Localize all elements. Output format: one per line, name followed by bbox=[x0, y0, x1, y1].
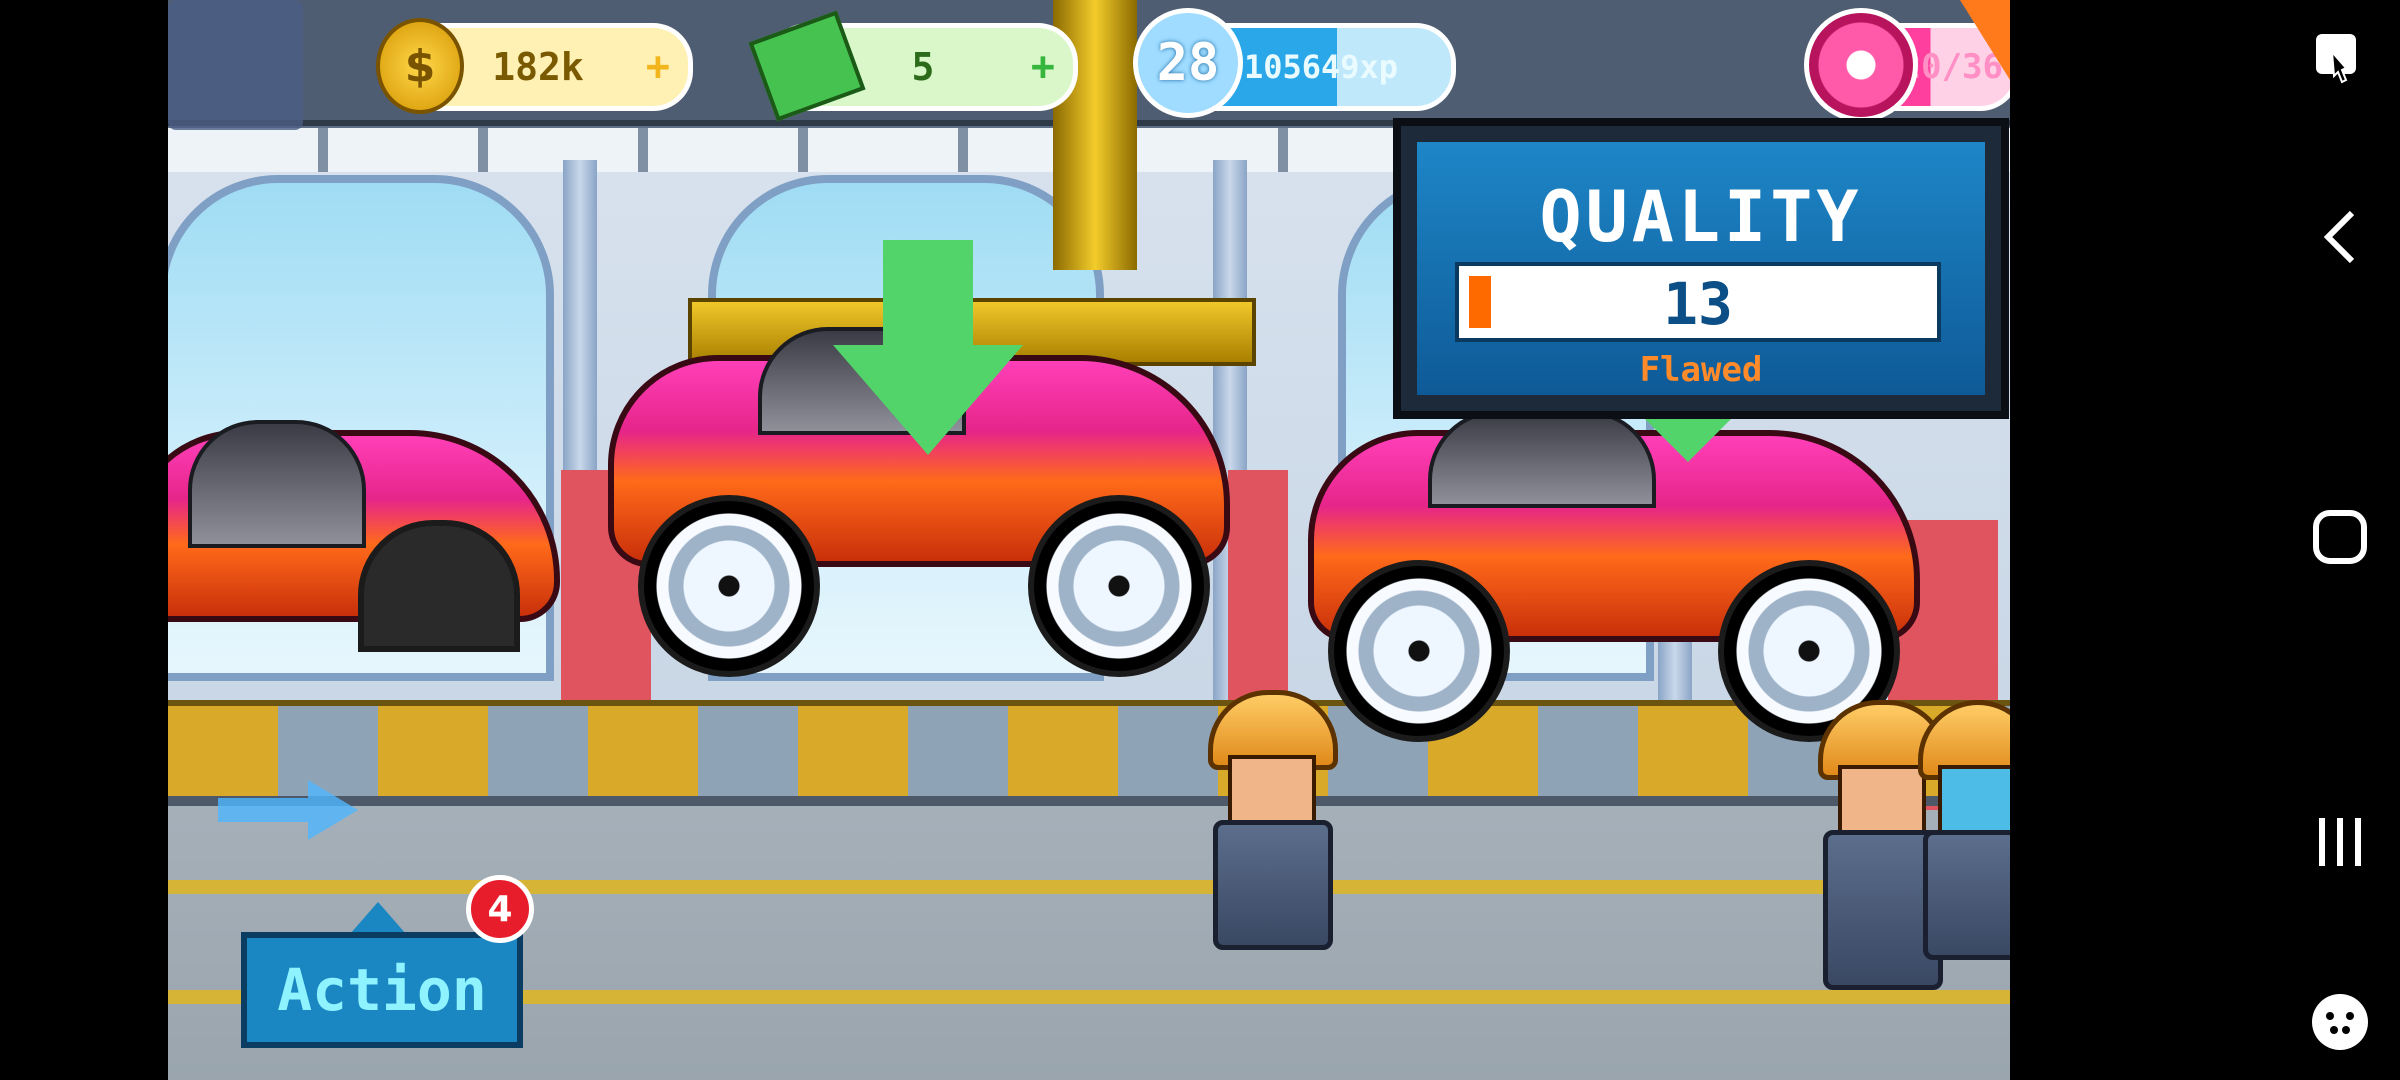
add-coins-button[interactable]: + bbox=[646, 44, 670, 90]
red-wall-panel bbox=[1228, 470, 1288, 710]
screenshot-edit-icon[interactable] bbox=[2308, 26, 2372, 90]
action-pointer bbox=[350, 902, 406, 934]
conveyor-arrow-icon bbox=[218, 780, 358, 840]
back-chevron-icon[interactable] bbox=[2308, 205, 2372, 269]
add-cash-button[interactable]: + bbox=[1031, 44, 1055, 90]
xp-value: 105649xp bbox=[1243, 48, 1399, 86]
level-badge-icon: 28 bbox=[1133, 8, 1243, 118]
cash-value: 5 bbox=[911, 45, 935, 89]
wheel bbox=[1028, 495, 1210, 677]
recents-lines-icon[interactable] bbox=[2308, 810, 2372, 874]
drop-arrow-icon bbox=[833, 345, 1023, 455]
corner-flag bbox=[1960, 0, 2010, 80]
quality-bar: 13 bbox=[1455, 262, 1941, 342]
donut-icon bbox=[1804, 8, 1918, 122]
quality-label: Flawed bbox=[1639, 350, 1763, 390]
wheel bbox=[638, 495, 820, 677]
system-nav-bar bbox=[2010, 0, 2400, 1080]
quality-panel: QUALITY 13 Flawed bbox=[1393, 118, 2009, 419]
action-label: Action bbox=[277, 956, 487, 1024]
floor-stripe bbox=[168, 880, 2010, 894]
coin-icon: $ bbox=[376, 18, 464, 114]
drop-arrow-stem bbox=[883, 240, 973, 350]
quality-title: QUALITY bbox=[1539, 176, 1863, 258]
quality-value: 13 bbox=[1663, 270, 1733, 338]
wheel bbox=[1328, 560, 1510, 742]
home-square-icon[interactable] bbox=[2308, 505, 2372, 569]
action-button[interactable]: Action bbox=[241, 932, 523, 1048]
avatar[interactable] bbox=[168, 0, 303, 130]
game-tools-icon[interactable] bbox=[2308, 990, 2372, 1054]
action-badge: 4 bbox=[466, 875, 534, 943]
conveyor-belt bbox=[168, 700, 2010, 806]
game-viewport[interactable]: 182k + $ 5 + 105649xp 28 20/36 QUALITY 1… bbox=[168, 0, 2010, 1080]
coins-value: 182k bbox=[492, 45, 584, 89]
